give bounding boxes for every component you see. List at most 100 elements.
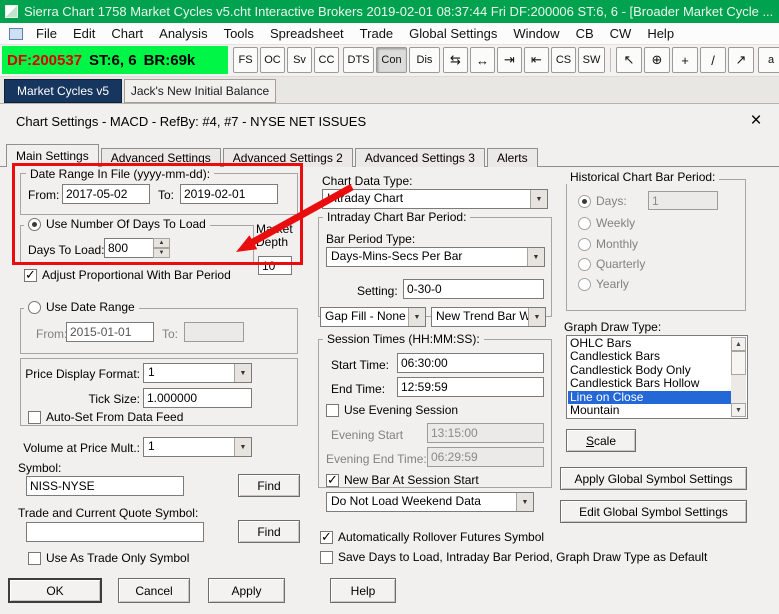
range-from-input[interactable]: [66, 322, 154, 342]
menu-edit[interactable]: Edit: [65, 23, 103, 44]
new-trend-bar-combo[interactable]: New Trend Bar W: [431, 307, 546, 327]
list-item[interactable]: OHLC Bars: [568, 337, 731, 350]
text-tool-button[interactable]: a: [758, 47, 779, 73]
list-item[interactable]: Mountain: [568, 404, 731, 417]
pointer-tool-icon[interactable]: ↖: [616, 47, 642, 73]
toolbar-button-fs[interactable]: FS: [233, 47, 258, 73]
scroll-end-icon[interactable]: ⇥: [497, 47, 522, 73]
menu-global-settings[interactable]: Global Settings: [401, 23, 505, 44]
toolbar-button-oc[interactable]: OC: [260, 47, 285, 73]
apply-button[interactable]: Apply: [208, 578, 285, 603]
toolbar-button-sw[interactable]: SW: [578, 47, 605, 73]
historical-weekly-radio[interactable]: Weekly: [578, 216, 635, 230]
toolbar-button-cs[interactable]: CS: [551, 47, 576, 73]
chart-window-icon[interactable]: [9, 27, 23, 40]
menu-window[interactable]: Window: [505, 23, 567, 44]
file-from-input[interactable]: [62, 184, 150, 204]
help-button[interactable]: Help: [330, 578, 396, 603]
toolbar-button-con[interactable]: Con: [376, 47, 407, 73]
start-time-input[interactable]: [397, 353, 544, 373]
setting-input[interactable]: [403, 279, 544, 299]
line-tool-icon[interactable]: /: [700, 47, 726, 73]
chevron-down-icon[interactable]: [527, 248, 544, 266]
evening-end-input[interactable]: [427, 447, 544, 467]
chart-tab-market-cycles[interactable]: Market Cycles v5: [4, 79, 122, 103]
menu-tools[interactable]: Tools: [216, 23, 262, 44]
tab-advanced-settings[interactable]: Advanced Settings: [100, 148, 221, 167]
menu-analysis[interactable]: Analysis: [151, 23, 215, 44]
toolbar-button-dts[interactable]: DTS: [343, 47, 374, 73]
scroll-up-icon[interactable]: [731, 337, 746, 351]
scroll-start-icon[interactable]: ⇤: [524, 47, 549, 73]
apply-global-symbol-settings-button[interactable]: Apply Global Symbol Settings: [560, 467, 747, 490]
chevron-down-icon[interactable]: [528, 308, 545, 326]
symbol-find-button[interactable]: Find: [238, 474, 300, 497]
swap-bars-icon[interactable]: ⇆: [443, 47, 468, 73]
toolbar-button-sv[interactable]: Sv: [287, 47, 312, 73]
adjust-proportional-checkbox[interactable]: Adjust Proportional With Bar Period: [24, 267, 231, 283]
historical-monthly-radio[interactable]: Monthly: [578, 237, 638, 251]
scroll-down-icon[interactable]: [731, 403, 746, 417]
tab-main-settings[interactable]: Main Settings: [6, 144, 99, 167]
chevron-down-icon[interactable]: [408, 308, 425, 326]
tick-size-input[interactable]: [143, 388, 252, 408]
use-date-range-radio[interactable]: Use Date Range: [24, 300, 139, 314]
menu-cb[interactable]: CB: [568, 23, 602, 44]
weekend-data-combo[interactable]: Do Not Load Weekend Data: [326, 492, 534, 512]
edit-global-symbol-settings-button[interactable]: Edit Global Symbol Settings: [560, 500, 747, 523]
fit-width-icon[interactable]: ↔: [470, 47, 495, 73]
list-item-selected[interactable]: Line on Close: [568, 390, 731, 404]
range-to-input[interactable]: [184, 322, 244, 342]
chevron-down-icon[interactable]: [530, 190, 547, 208]
plus-tool-icon[interactable]: +: [672, 47, 698, 73]
graph-draw-type-listbox[interactable]: OHLC Bars Candlestick Bars Candlestick B…: [566, 335, 748, 419]
chevron-down-icon[interactable]: [234, 438, 251, 456]
crosshair-tool-icon[interactable]: ⊕: [644, 47, 670, 73]
chevron-down-icon[interactable]: [516, 493, 533, 511]
trade-symbol-find-button[interactable]: Find: [238, 520, 300, 543]
historical-yearly-radio[interactable]: Yearly: [578, 277, 629, 291]
close-icon[interactable]: [746, 110, 766, 130]
save-defaults-checkbox[interactable]: Save Days to Load, Intraday Bar Period, …: [320, 550, 707, 564]
tab-advanced-settings-3[interactable]: Advanced Settings 3: [354, 148, 485, 167]
gap-fill-combo[interactable]: Gap Fill - None: [320, 307, 426, 327]
tab-advanced-settings-2[interactable]: Advanced Settings 2: [222, 148, 353, 167]
days-to-load-input[interactable]: [104, 238, 154, 258]
historical-quarterly-radio[interactable]: Quarterly: [578, 257, 645, 271]
trade-symbol-input[interactable]: [26, 522, 204, 542]
price-display-format-combo[interactable]: 1: [143, 363, 252, 383]
new-bar-at-session-start-checkbox[interactable]: New Bar At Session Start: [326, 472, 479, 488]
list-item[interactable]: Candlestick Body Only: [568, 364, 731, 377]
spinner-up-icon[interactable]: [153, 238, 170, 248]
historical-days-input[interactable]: [648, 191, 718, 210]
menu-help[interactable]: Help: [639, 23, 682, 44]
menu-file[interactable]: File: [28, 23, 65, 44]
spinner-down-icon[interactable]: [153, 248, 170, 258]
cancel-button[interactable]: Cancel: [118, 578, 190, 603]
market-depth-input[interactable]: [258, 256, 292, 275]
bar-period-type-combo[interactable]: Days-Mins-Secs Per Bar: [326, 247, 545, 267]
toolbar-button-cc[interactable]: CC: [314, 47, 339, 73]
end-time-input[interactable]: [397, 377, 544, 397]
list-item[interactable]: Candlestick Bars: [568, 350, 731, 363]
list-item[interactable]: Candlestick Bars Hollow: [568, 377, 731, 390]
chart-tab-initial-balance[interactable]: Jack's New Initial Balance: [124, 79, 276, 103]
historical-days-radio[interactable]: Days:: [578, 194, 627, 208]
scrollbar-thumb[interactable]: [731, 351, 746, 375]
use-evening-session-checkbox[interactable]: Use Evening Session: [326, 403, 458, 417]
menu-chart[interactable]: Chart: [103, 23, 151, 44]
chevron-down-icon[interactable]: [234, 364, 251, 382]
menu-spreadsheet[interactable]: Spreadsheet: [262, 23, 352, 44]
tab-alerts[interactable]: Alerts: [486, 148, 538, 167]
toolbar-button-dis[interactable]: Dis: [409, 47, 440, 73]
listbox-scrollbar[interactable]: [731, 337, 746, 417]
scale-button[interactable]: Scale: [566, 429, 636, 452]
use-days-to-load-radio[interactable]: Use Number Of Days To Load: [24, 217, 210, 231]
trendline-tool-icon[interactable]: ↗: [728, 47, 754, 73]
evening-start-input[interactable]: [427, 423, 544, 443]
volume-mult-combo[interactable]: 1: [143, 437, 252, 457]
rollover-futures-checkbox[interactable]: Automatically Rollover Futures Symbol: [320, 529, 544, 545]
ok-button[interactable]: OK: [8, 578, 102, 603]
symbol-input[interactable]: [26, 476, 184, 496]
menu-cw[interactable]: CW: [602, 23, 640, 44]
